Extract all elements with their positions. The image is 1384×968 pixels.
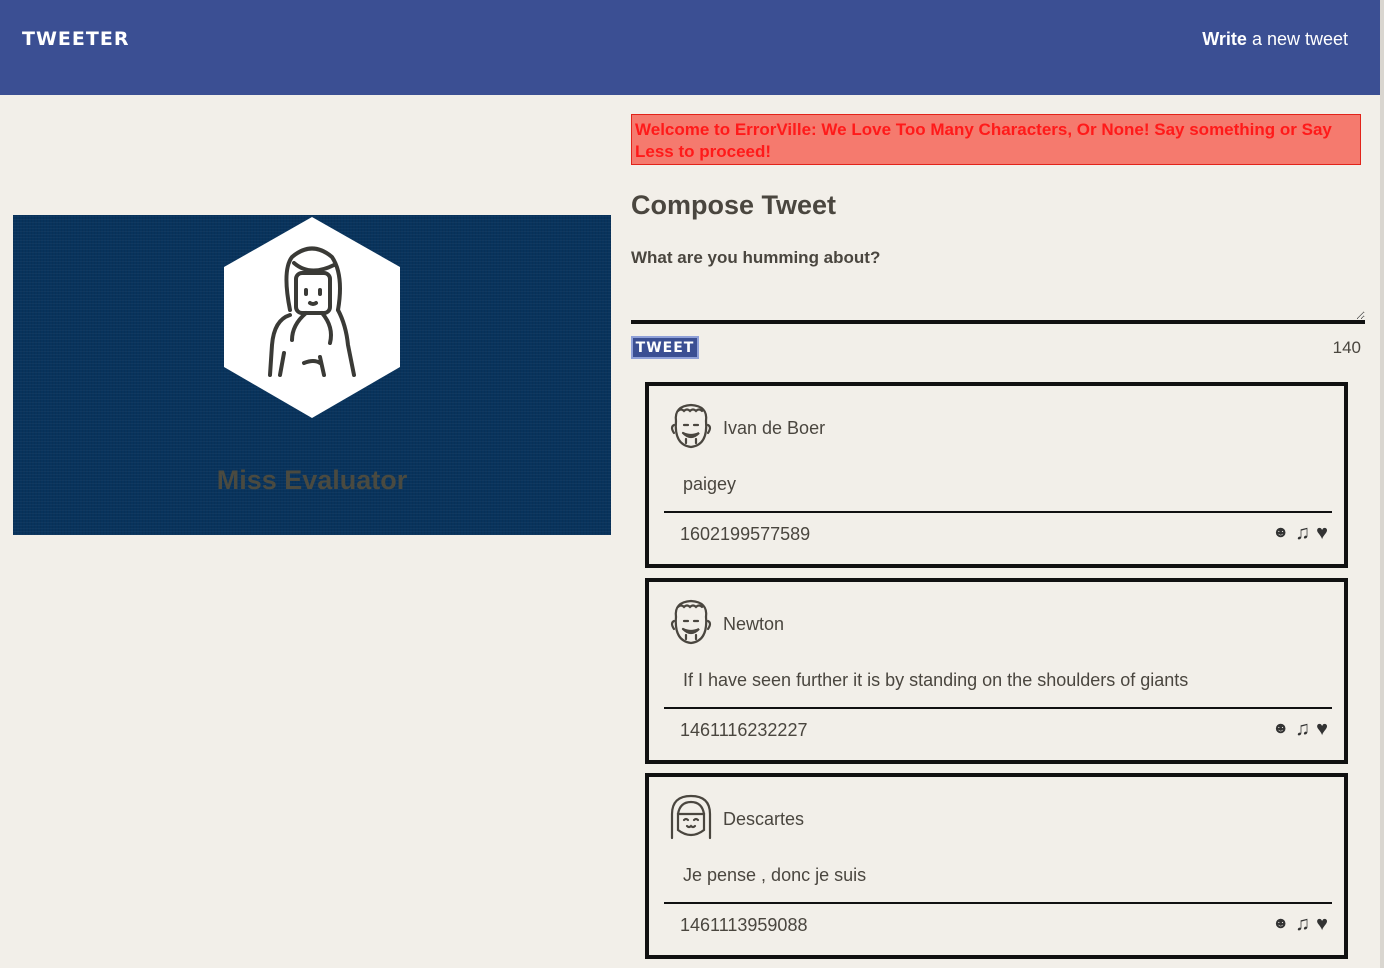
error-message: Welcome to ErrorVille: We Love Too Many … — [631, 114, 1361, 165]
scrollbar[interactable] — [1380, 0, 1384, 968]
compose-label: What are you humming about? — [631, 248, 881, 267]
user-avatar-icon — [670, 403, 712, 449]
tweet-content: Je pense , donc je suis — [683, 865, 867, 885]
tweet-footer: 1602199577589 ☻ ♫ ♥ — [664, 511, 1332, 563]
tweet-content: paigey — [683, 474, 737, 494]
tweet-timestamp: 1461116232227 — [680, 720, 808, 740]
navbar: TWEETER Write a new tweet — [0, 0, 1380, 95]
tweet-actions: ☻ ♫ ♥ — [1272, 717, 1328, 741]
tweet-author: Descartes — [723, 809, 805, 829]
flag-icon[interactable]: ☻ — [1272, 521, 1289, 545]
tweet-author: Ivan de Boer — [723, 418, 826, 438]
like-icon[interactable]: ♥ — [1316, 717, 1328, 741]
profile-avatar-icon — [224, 217, 400, 418]
tweet-card: Descartes Je pense , donc je suis 146111… — [645, 773, 1348, 959]
tweet-footer: 1461116232227 ☻ ♫ ♥ — [664, 707, 1332, 759]
character-counter: 140 — [1332, 338, 1361, 357]
like-icon[interactable]: ♥ — [1316, 521, 1328, 545]
tweet-content: If I have seen further it is by standing… — [683, 670, 1189, 690]
profile-card: Miss Evaluator — [13, 215, 611, 535]
compose-title: Compose Tweet — [631, 190, 837, 220]
write-label-bold: Write — [1202, 29, 1247, 49]
write-label-rest: a new tweet — [1246, 29, 1348, 49]
flag-icon[interactable]: ☻ — [1272, 912, 1289, 936]
retweet-icon[interactable]: ♫ — [1295, 717, 1310, 741]
retweet-icon[interactable]: ♫ — [1295, 521, 1310, 545]
tweet-textarea[interactable] — [631, 270, 1365, 324]
tweet-actions: ☻ ♫ ♥ — [1272, 912, 1328, 936]
user-avatar-icon — [670, 599, 712, 645]
tweet-author: Newton — [723, 614, 785, 634]
flag-icon[interactable]: ☻ — [1272, 717, 1289, 741]
profile-name: Miss Evaluator — [216, 465, 408, 495]
tweet-actions: ☻ ♫ ♥ — [1272, 521, 1328, 545]
user-avatar-icon — [670, 794, 712, 840]
tweet-timestamp: 1461113959088 — [680, 915, 808, 935]
like-icon[interactable]: ♥ — [1316, 912, 1328, 936]
tweet-card: Newton If I have seen further it is by s… — [645, 578, 1348, 764]
tweet-submit-button[interactable]: TWEET — [631, 336, 699, 359]
tweet-timestamp: 1602199577589 — [680, 524, 811, 544]
retweet-icon[interactable]: ♫ — [1295, 912, 1310, 936]
write-new-tweet-link[interactable]: Write a new tweet — [1202, 29, 1348, 50]
tweet-card: Ivan de Boer paigey 1602199577589 ☻ ♫ ♥ — [645, 382, 1348, 568]
tweet-footer: 1461113959088 ☻ ♫ ♥ — [664, 902, 1332, 954]
brand-logo[interactable]: TWEETER — [22, 28, 129, 50]
